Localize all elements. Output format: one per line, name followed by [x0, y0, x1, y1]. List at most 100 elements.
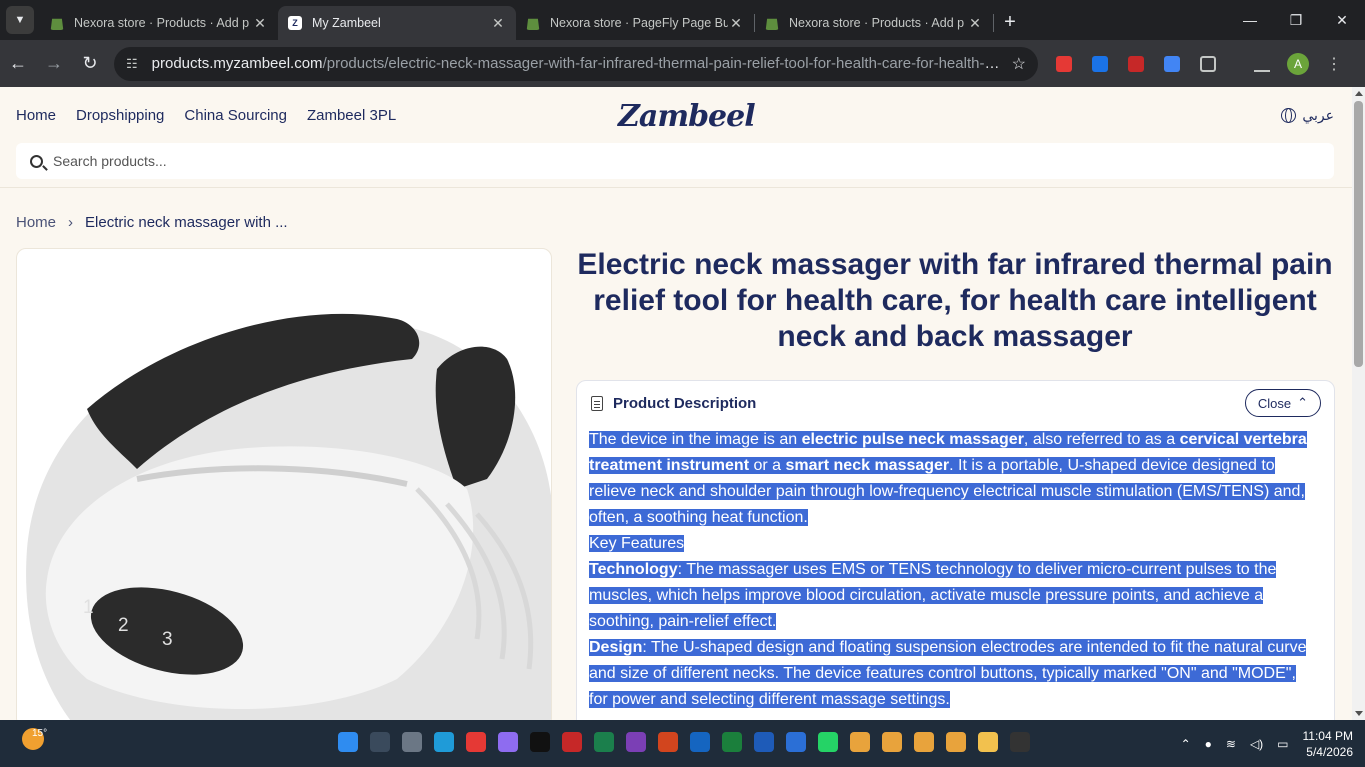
close-tab-icon[interactable]: ✕	[252, 15, 268, 32]
minimize-icon[interactable]: —	[1227, 0, 1273, 40]
site-info-icon[interactable]: ☷	[126, 56, 138, 72]
edge-icon[interactable]	[434, 732, 454, 752]
extension-icon[interactable]	[1118, 46, 1154, 82]
whatsapp-icon[interactable]	[818, 732, 838, 752]
system-tray: ⌃ ● ≋ ◁) ▭ 11:04 PM 5/4/2026	[1181, 728, 1353, 760]
page-scrollbar[interactable]	[1352, 87, 1365, 720]
back-icon[interactable]: ←	[0, 46, 36, 82]
chevron-up-icon[interactable]: ⌃	[1181, 737, 1191, 751]
search-icon	[30, 154, 43, 168]
extension-icon[interactable]	[1154, 46, 1190, 82]
scroll-up-icon[interactable]	[1355, 91, 1363, 96]
time: 11:04 PM	[1302, 729, 1353, 743]
search-placeholder: Search products...	[53, 153, 167, 169]
battery-icon[interactable]: ▭	[1277, 737, 1288, 751]
close-tab-icon[interactable]: ✕	[967, 15, 983, 32]
bookmark-star-icon[interactable]: ☆	[1012, 54, 1026, 74]
browser-tab[interactable]: Nexora store · Products · Add p ✕	[755, 6, 993, 40]
shopify-icon	[50, 18, 64, 30]
extensions-puzzle-icon[interactable]	[1190, 46, 1226, 82]
description-intro: The device in the image is an electric p…	[589, 431, 1307, 526]
close-label: Close	[1257, 395, 1292, 411]
globe-icon	[1281, 108, 1297, 123]
tab-title: Nexora store · PageFly Page Bu	[550, 16, 728, 30]
access-icon[interactable]	[562, 732, 582, 752]
app-icon[interactable]	[786, 732, 806, 752]
chrome-icon[interactable]	[946, 732, 966, 752]
chrome-icon[interactable]	[882, 732, 902, 752]
browser-tab[interactable]: Nexora store · PageFly Page Bu ✕	[516, 6, 754, 40]
tab-search-button[interactable]: ▼	[6, 6, 34, 34]
browser-tab[interactable]: Nexora store · Products · Add p ✕	[40, 6, 278, 40]
product-image[interactable]: 1 2 3	[16, 248, 552, 720]
tab-title: Nexora store · Products · Add p	[789, 16, 965, 30]
nav-zambeel-3pl[interactable]: Zambeel 3PL	[307, 107, 396, 124]
language-label: عربي	[1302, 107, 1334, 123]
volume-icon[interactable]: ◁)	[1250, 737, 1263, 751]
feature-design: Design: The U-shaped design and floating…	[589, 639, 1307, 708]
forward-icon[interactable]: →	[36, 46, 72, 82]
description-text[interactable]: The device in the image is an electric p…	[589, 427, 1309, 713]
scrollbar-thumb[interactable]	[1354, 101, 1363, 367]
language-switcher[interactable]: عربي	[1281, 107, 1334, 124]
site-nav: Home Dropshipping China Sourcing Zambeel…	[16, 107, 396, 124]
description-header[interactable]: Product Description	[591, 395, 756, 412]
windows-taskbar: 15° ⌃ ● ≋ ◁) ▭ 11:04 PM 5/4/2026	[0, 720, 1365, 767]
description-heading: Product Description	[613, 395, 757, 412]
product-description-panel: Product Description Close ⌃ The device i…	[576, 380, 1335, 720]
chrome-icon[interactable]	[914, 732, 934, 752]
reload-icon[interactable]: ↻	[72, 46, 108, 82]
breadcrumb: Home › Electric neck massager with ...	[16, 214, 288, 231]
outlook-icon[interactable]	[690, 732, 710, 752]
wifi-icon[interactable]: ≋	[1226, 737, 1236, 751]
powerpoint-icon[interactable]	[658, 732, 678, 752]
scroll-down-icon[interactable]	[1355, 711, 1363, 716]
restore-icon[interactable]: ❐	[1273, 0, 1319, 40]
header-divider	[0, 187, 1352, 188]
extension-icon[interactable]	[1046, 46, 1082, 82]
tiktok-icon[interactable]	[530, 732, 550, 752]
clock[interactable]: 11:04 PM 5/4/2026	[1303, 728, 1353, 760]
zambeel-logo[interactable]: Zambeel	[618, 99, 756, 134]
product-search-input[interactable]: Search products...	[16, 143, 1334, 179]
breadcrumb-separator: ›	[68, 214, 74, 231]
close-window-icon[interactable]: ✕	[1319, 0, 1365, 40]
word-icon[interactable]	[754, 732, 774, 752]
onenote-icon[interactable]	[626, 732, 646, 752]
chevron-up-icon: ⌃	[1297, 395, 1308, 410]
temperature: 15°	[32, 728, 48, 739]
close-tab-icon[interactable]: ✕	[490, 15, 506, 32]
address-bar[interactable]: ☷ products.myzambeel.com/products/electr…	[114, 46, 1038, 81]
breadcrumb-home[interactable]: Home	[16, 214, 56, 231]
taskbar-apps	[338, 732, 1030, 752]
browser-menu-icon[interactable]: ⋮	[1316, 46, 1352, 82]
nav-china-sourcing[interactable]: China Sourcing	[184, 107, 287, 124]
task-view-icon[interactable]	[402, 732, 422, 752]
search-icon[interactable]	[370, 732, 390, 752]
shopify-icon	[526, 18, 540, 30]
profile-avatar[interactable]: A	[1280, 46, 1316, 82]
file-explorer-icon[interactable]	[978, 732, 998, 752]
excel-icon[interactable]	[722, 732, 742, 752]
extension-icon[interactable]	[1082, 46, 1118, 82]
close-tab-icon[interactable]: ✕	[728, 15, 744, 32]
nav-dropshipping[interactable]: Dropshipping	[76, 107, 164, 124]
nav-home[interactable]: Home	[16, 107, 56, 124]
url-text[interactable]: products.myzambeel.com/products/electric…	[152, 55, 1002, 72]
copilot-icon[interactable]	[498, 732, 518, 752]
start-icon[interactable]	[338, 732, 358, 752]
document-icon	[591, 396, 603, 411]
chrome-icon[interactable]	[850, 732, 870, 752]
close-description-button[interactable]: Close ⌃	[1244, 389, 1321, 417]
new-tab-button[interactable]: +	[994, 11, 1026, 34]
youtube-icon[interactable]	[466, 732, 486, 752]
product-title: Electric neck massager with far infrared…	[577, 248, 1333, 353]
image-label: 2	[118, 615, 129, 636]
downloads-icon[interactable]	[1244, 46, 1280, 82]
browser-tab-active[interactable]: Z My Zambeel ✕	[278, 6, 516, 40]
chrome-tray-icon[interactable]: ●	[1205, 737, 1212, 751]
terminal-icon[interactable]	[1010, 732, 1030, 752]
tab-title: My Zambeel	[312, 16, 381, 30]
publisher-icon[interactable]	[594, 732, 614, 752]
shopify-icon	[765, 18, 779, 30]
